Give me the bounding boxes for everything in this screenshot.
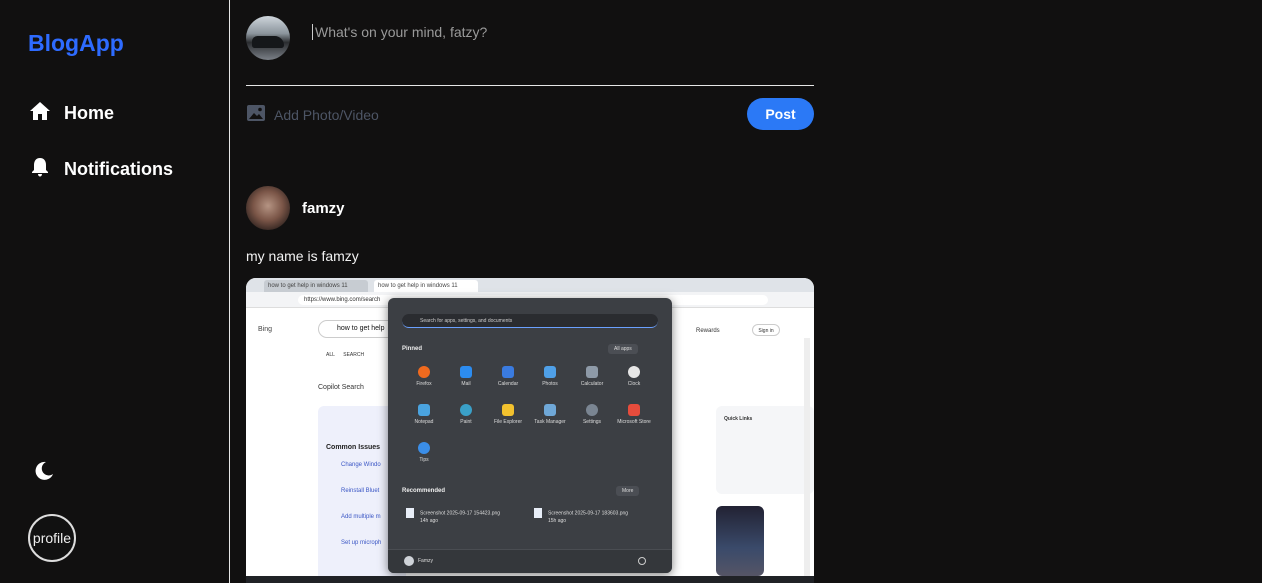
post-card: famzy my name is famzy how to get help i… [246, 184, 814, 583]
app-tile: Task Manager [529, 404, 571, 425]
sidebar-item-notifications[interactable]: Notifications [28, 155, 173, 184]
app-tile: Photos [529, 366, 571, 387]
screenshot-bing-label: Bing [258, 326, 273, 333]
divider [246, 85, 814, 86]
bell-icon [28, 155, 52, 184]
screenshot-link: Reinstall Bluet [341, 488, 380, 494]
start-user-name: Famzy [418, 558, 433, 564]
app-tile: Settings [571, 404, 613, 425]
app-tile: Clock [613, 366, 655, 387]
profile-alt-text: profile [32, 530, 72, 546]
app-tile: Paint [445, 404, 487, 425]
screenshot-tab: how to get help in windows 11 [264, 280, 368, 292]
brand-logo[interactable]: BlogApp [28, 30, 124, 57]
screenshot-link: Set up microph [341, 540, 382, 546]
screenshot-scrollbar [804, 338, 810, 583]
screenshot-tab: how to get help in windows 11 [374, 280, 478, 292]
screenshot-copilot: Copilot Search [318, 384, 364, 391]
post-input[interactable] [312, 24, 812, 40]
sidebar-item-home[interactable]: Home [28, 99, 114, 128]
post-header: famzy [246, 184, 814, 232]
screenshot-common-issues: Common Issues [326, 444, 381, 451]
main-feed: Add Photo/Video Post famzy my name is fa… [246, 0, 814, 583]
start-menu: Search for apps, settings, and documents… [388, 298, 672, 573]
home-icon [28, 99, 52, 128]
add-media-label: Add Photo/Video [274, 106, 379, 123]
post-button[interactable]: Post [747, 98, 814, 130]
power-icon [638, 557, 646, 565]
post-text: my name is famzy [246, 248, 359, 264]
screenshot-taskbar [246, 576, 814, 583]
screenshot-wallpaper [716, 506, 764, 576]
screenshot-rewards: Rewards [696, 328, 720, 334]
app-tile: Notepad [403, 404, 445, 425]
start-footer: Famzy [388, 549, 672, 573]
image-icon [246, 104, 266, 125]
sidebar: BlogApp Home Notifications profile [0, 0, 230, 583]
screenshot-link: Change Windo [341, 462, 381, 468]
app-root: BlogApp Home Notifications profile What'… [0, 0, 1262, 583]
recommended-item: Screenshot 2025-09-17 183603.png 15h ago [534, 508, 628, 524]
app-tile: Calculator [571, 366, 613, 387]
app-tile: Microsoft Store [613, 404, 655, 425]
recommended-item: Screenshot 2025-09-17 154423.png 14h ago [406, 508, 500, 524]
app-tile: Calendar [487, 366, 529, 387]
profile-avatar[interactable]: profile [28, 514, 76, 562]
app-tile: Tips [403, 442, 445, 463]
moon-icon[interactable] [32, 459, 56, 483]
sidebar-item-label: Notifications [64, 159, 174, 179]
pinned-label: Pinned [402, 346, 423, 352]
screenshot-quick-links: Quick Links [716, 406, 814, 494]
sidebar-item-label: Home [64, 103, 115, 123]
post-image[interactable]: how to get help in windows 11 how to get… [246, 278, 814, 583]
recommended-label: Recommended [402, 488, 446, 494]
avatar[interactable] [246, 186, 290, 230]
start-search: Search for apps, settings, and documents [402, 314, 658, 328]
screenshot-signin: Sign in [752, 324, 780, 336]
app-tile: Firefox [403, 366, 445, 387]
more-pill: More [616, 486, 640, 496]
avatar [404, 556, 414, 566]
add-photo-video-button[interactable]: Add Photo/Video [246, 104, 379, 125]
all-apps-pill: All apps [608, 344, 638, 354]
screenshot-link: Add multiple m [341, 514, 381, 520]
app-tile: Mail [445, 366, 487, 387]
author-name[interactable]: famzy [302, 200, 345, 217]
screenshot-tabbar: how to get help in windows 11 how to get… [246, 278, 814, 292]
avatar [246, 16, 290, 60]
post-composer: Add Photo/Video Post [246, 0, 814, 140]
screenshot-tabs: ALL SEARCH [326, 352, 365, 358]
app-tile: File Explorer [487, 404, 529, 425]
